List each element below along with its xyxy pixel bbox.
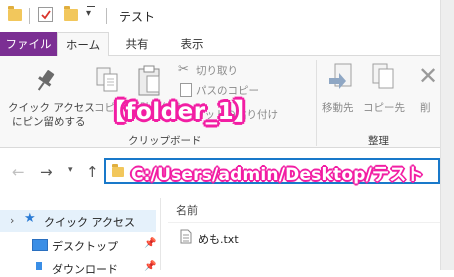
expand-chevron-icon[interactable]: › xyxy=(10,214,14,227)
pin-icon[interactable] xyxy=(30,66,60,96)
group-divider xyxy=(316,60,317,146)
header-divider xyxy=(168,222,440,223)
up-arrow-icon[interactable]: ↑ xyxy=(86,163,99,181)
forward-arrow-icon[interactable]: → xyxy=(40,163,53,181)
customize-toolbar-icon[interactable]: ▾ xyxy=(86,8,91,19)
organize-group-label: 整理 xyxy=(368,135,389,147)
copy-to-label[interactable]: コピー先 xyxy=(363,100,405,115)
file-item[interactable]: めも.txt xyxy=(198,231,239,247)
delete-icon[interactable]: ✕ xyxy=(418,62,438,90)
window-title: テスト xyxy=(119,10,156,24)
nav-label-downloads[interactable]: ダウンロード xyxy=(52,261,118,277)
back-arrow-icon[interactable]: ← xyxy=(12,163,25,181)
customize-toolbar-bar xyxy=(87,6,95,7)
cut-icon[interactable]: ✂ xyxy=(178,62,189,77)
tab-share[interactable]: 共有 xyxy=(114,32,160,56)
toolbar-divider xyxy=(29,8,30,24)
pin-label-line1: クイック アクセス xyxy=(8,102,95,114)
tab-file[interactable]: ファイル xyxy=(0,32,57,56)
address-path[interactable]: C:/Users/admin/Desktop/テスト xyxy=(131,160,424,185)
recent-locations-icon[interactable]: ▾ xyxy=(68,165,73,175)
clipboard-group-label: クリップボード xyxy=(128,135,202,147)
pinned-icon: 📌 xyxy=(144,238,157,249)
desktop-icon xyxy=(32,239,48,251)
address-folder-icon xyxy=(112,164,124,177)
column-header-name[interactable]: 名前 xyxy=(176,202,198,218)
download-icon xyxy=(36,262,42,270)
move-to-icon[interactable] xyxy=(327,62,357,96)
window-edge xyxy=(440,0,454,270)
pinned-icon-2: 📌 xyxy=(144,261,157,272)
pin-label-line2: にピン留めする xyxy=(12,116,86,128)
move-to-label[interactable]: 移動先 xyxy=(322,100,354,115)
nav-label-desktop[interactable]: デスクトップ xyxy=(52,238,118,254)
properties-icon[interactable] xyxy=(38,7,53,22)
nav-label-quick-access: クイック アクセス xyxy=(44,216,135,229)
text-file-icon xyxy=(180,229,192,244)
delete-label[interactable]: 削 xyxy=(420,100,431,115)
title-divider xyxy=(106,8,107,24)
navigation-pane xyxy=(0,198,160,270)
copy-to-icon[interactable] xyxy=(369,62,399,96)
tab-home[interactable]: ホーム xyxy=(57,32,109,56)
cut-label[interactable]: 切り取り xyxy=(196,63,238,78)
folder-overlay-label: 【folder_1】 xyxy=(102,99,258,125)
star-icon: ★ xyxy=(24,211,36,226)
folder-icon[interactable] xyxy=(8,6,22,21)
pane-divider[interactable] xyxy=(160,198,161,270)
new-folder-icon[interactable] xyxy=(64,6,78,21)
tab-view[interactable]: 表示 xyxy=(170,32,214,56)
